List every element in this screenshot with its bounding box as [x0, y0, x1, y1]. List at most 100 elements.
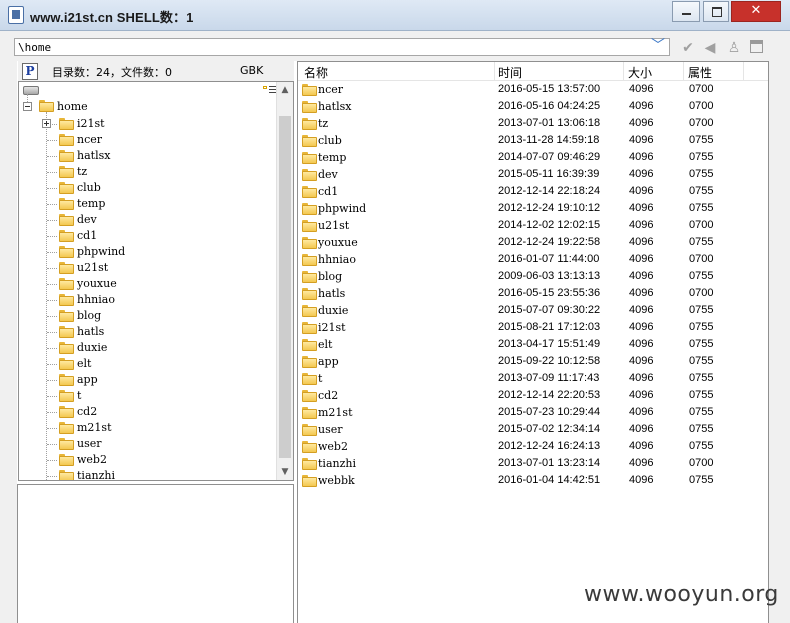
file-attr: 0755: [689, 440, 714, 452]
folder-icon: [59, 198, 74, 213]
title-bar[interactable]: www.i21st.cn SHELL数：1 ✕: [0, 0, 790, 31]
file-row[interactable]: duxie 2015-07-07 09:30:22 4096 0755: [298, 303, 768, 320]
window-icon[interactable]: [750, 40, 763, 53]
column-header-time[interactable]: 时间: [498, 64, 522, 81]
right-gutter: [769, 61, 790, 623]
file-row[interactable]: temp 2014-07-07 09:46:29 4096 0755: [298, 150, 768, 167]
expand-icon[interactable]: [42, 119, 51, 128]
column-divider[interactable]: [623, 62, 624, 80]
file-row[interactable]: elt 2013-04-17 15:51:49 4096 0755: [298, 337, 768, 354]
tree-item[interactable]: dev: [19, 212, 269, 228]
column-header-size[interactable]: 大小: [628, 64, 652, 81]
folder-icon: [302, 288, 317, 303]
checkmark-icon[interactable]: ✔: [680, 40, 696, 56]
collapse-icon[interactable]: [23, 102, 32, 111]
tree-item[interactable]: i21st: [19, 116, 269, 132]
file-row[interactable]: hatls 2016-05-15 23:55:36 4096 0700: [298, 286, 768, 303]
scroll-up-arrow-icon[interactable]: ▲: [277, 82, 293, 98]
file-size: 4096: [629, 168, 654, 180]
file-row[interactable]: app 2015-09-22 10:12:58 4096 0755: [298, 354, 768, 371]
tree-root-home[interactable]: home: [57, 100, 88, 113]
tree-item[interactable]: phpwind: [19, 244, 269, 260]
tree-item[interactable]: cd2: [19, 404, 269, 420]
tree-item[interactable]: m21st: [19, 420, 269, 436]
left-gutter: [0, 61, 17, 623]
tree-item[interactable]: hatls: [19, 324, 269, 340]
tree-item[interactable]: tianzhi: [19, 468, 269, 480]
file-row[interactable]: hatlsx 2016-05-16 04:24:25 4096 0700: [298, 99, 768, 116]
tree-item[interactable]: web2: [19, 452, 269, 468]
file-row[interactable]: ncer 2016-05-15 13:57:00 4096 0700: [298, 82, 768, 99]
file-row[interactable]: tianzhi 2013-07-01 13:23:14 4096 0700: [298, 456, 768, 473]
tree-item[interactable]: tz: [19, 164, 269, 180]
directory-tree[interactable]: home i21st ncer hatlsx tz club temp dev cd1 phpw…: [18, 81, 294, 481]
column-divider[interactable]: [743, 62, 744, 80]
file-row[interactable]: cd1 2012-12-14 22:18:24 4096 0755: [298, 184, 768, 201]
tree-item-label: dev: [77, 213, 97, 226]
path-input[interactable]: [14, 38, 670, 56]
file-row[interactable]: youxue 2012-12-24 19:22:58 4096 0755: [298, 235, 768, 252]
tree-connector: [47, 300, 57, 301]
tree-item[interactable]: ncer: [19, 132, 269, 148]
file-row[interactable]: blog 2009-06-03 13:13:13 4096 0755: [298, 269, 768, 286]
tree-item-label: duxie: [77, 341, 108, 354]
tree-item[interactable]: youxue: [19, 276, 269, 292]
folder-icon: [302, 203, 317, 218]
file-name: hatls: [318, 287, 346, 300]
tree-item[interactable]: temp: [19, 196, 269, 212]
column-header-name[interactable]: 名称: [304, 64, 328, 81]
tree-item[interactable]: user: [19, 436, 269, 452]
file-attr: 0700: [689, 253, 714, 265]
maximize-button[interactable]: [703, 1, 729, 22]
file-time: 2012-12-14 22:18:24: [498, 185, 601, 197]
file-name: u21st: [318, 219, 350, 232]
folder-icon: [302, 458, 317, 473]
file-row[interactable]: t 2013-07-09 11:17:43 4096 0755: [298, 371, 768, 388]
minimize-button[interactable]: [672, 1, 700, 22]
file-row[interactable]: phpwind 2012-12-24 19:10:12 4096 0755: [298, 201, 768, 218]
file-time: 2016-05-16 04:24:25: [498, 100, 601, 112]
tree-item[interactable]: hatlsx: [19, 148, 269, 164]
tree-item[interactable]: app: [19, 372, 269, 388]
file-row[interactable]: web2 2012-12-24 16:24:13 4096 0755: [298, 439, 768, 456]
tree-item[interactable]: club: [19, 180, 269, 196]
file-size: 4096: [629, 219, 654, 231]
file-row[interactable]: dev 2015-05-11 16:39:39 4096 0755: [298, 167, 768, 184]
scroll-down-arrow-icon[interactable]: ▼: [277, 464, 293, 480]
close-button[interactable]: ✕: [731, 1, 781, 22]
column-divider[interactable]: [683, 62, 684, 80]
file-row[interactable]: u21st 2014-12-02 12:02:15 4096 0700: [298, 218, 768, 235]
chevron-down-icon[interactable]: ﹀: [648, 39, 668, 54]
user-icon[interactable]: ♙: [726, 40, 742, 56]
file-row[interactable]: tz 2013-07-01 13:06:18 4096 0700: [298, 116, 768, 133]
tree-item[interactable]: t: [19, 388, 269, 404]
tree-item[interactable]: duxie: [19, 340, 269, 356]
tree-scrollbar[interactable]: ▲ ▼: [276, 82, 293, 480]
folder-icon: [302, 373, 317, 388]
tree-connector: [47, 332, 57, 333]
file-row[interactable]: user 2015-07-02 12:34:14 4096 0755: [298, 422, 768, 439]
tree-item[interactable]: hhniao: [19, 292, 269, 308]
tree-item[interactable]: cd1: [19, 228, 269, 244]
encoding-label[interactable]: GBK: [240, 64, 263, 77]
tree-item[interactable]: u21st: [19, 260, 269, 276]
file-name: i21st: [318, 321, 346, 334]
tree-item[interactable]: blog: [19, 308, 269, 324]
back-arrow-icon[interactable]: ◀: [702, 40, 718, 56]
folder-icon: [59, 310, 74, 325]
tree-item-label: app: [77, 373, 98, 386]
file-row[interactable]: webbk 2016-01-04 14:42:51 4096 0755: [298, 473, 768, 490]
tree-item[interactable]: elt: [19, 356, 269, 372]
file-row[interactable]: hhniao 2016-01-07 11:44:00 4096 0700: [298, 252, 768, 269]
p-icon[interactable]: P: [22, 63, 38, 80]
file-row[interactable]: m21st 2015-07-23 10:29:44 4096 0755: [298, 405, 768, 422]
file-row[interactable]: cd2 2012-12-14 22:20:53 4096 0755: [298, 388, 768, 405]
column-header-attr[interactable]: 属性: [688, 64, 712, 81]
column-divider[interactable]: [494, 62, 495, 80]
file-attr: 0755: [689, 338, 714, 350]
file-row[interactable]: club 2013-11-28 14:59:18 4096 0755: [298, 133, 768, 150]
file-list[interactable]: 名称 时间 大小 属性 ncer 2016-05-15 13:57:00 4096 0…: [297, 61, 769, 623]
file-row[interactable]: i21st 2015-08-21 17:12:03 4096 0755: [298, 320, 768, 337]
scroll-thumb[interactable]: [279, 116, 291, 458]
tree-view-icon[interactable]: [263, 85, 277, 97]
